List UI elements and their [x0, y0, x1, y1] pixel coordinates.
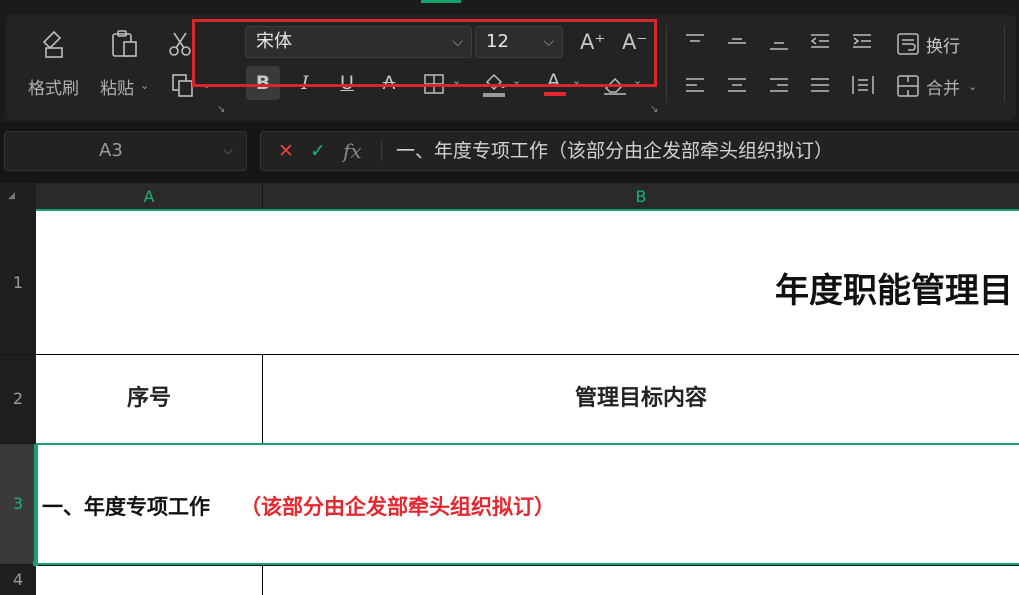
paste-dropdown-icon[interactable]: ⌄: [140, 79, 149, 92]
font-group-highlight: [192, 19, 657, 87]
row-header-3[interactable]: 3: [0, 444, 36, 564]
cell-b4[interactable]: [263, 566, 1019, 595]
section-title: 一、年度专项工作: [42, 494, 210, 519]
cell-reference: A3: [99, 140, 123, 161]
clipboard-dialog-launcher-icon[interactable]: ↘: [217, 104, 225, 115]
font-color-swatch: [544, 92, 566, 96]
format-painter-button[interactable]: 格式刷: [24, 24, 88, 104]
justify-icon[interactable]: [809, 76, 831, 96]
merge-label: 合并: [926, 79, 960, 99]
align-left-icon[interactable]: [684, 76, 706, 96]
paste-icon: [112, 30, 137, 57]
divider: [1004, 26, 1005, 102]
title-cell[interactable]: 年度职能管理目: [36, 211, 1019, 354]
format-painter-label: 格式刷: [28, 79, 79, 99]
column-header-a[interactable]: A: [36, 183, 262, 211]
cut-icon[interactable]: [166, 30, 194, 58]
decrease-indent-icon[interactable]: [809, 32, 831, 52]
merge-dropdown-icon[interactable]: ⌄: [968, 80, 977, 93]
corner-triangle-icon: ◢: [8, 191, 15, 201]
align-right-icon[interactable]: [768, 76, 790, 96]
paste-label: 粘贴: [100, 79, 134, 99]
header-cell-content[interactable]: 管理目标内容: [263, 355, 1019, 443]
row-header-2[interactable]: 2: [0, 355, 36, 443]
format-painter-icon: [42, 30, 63, 58]
align-center-icon[interactable]: [726, 76, 748, 96]
align-bottom-icon[interactable]: [768, 32, 790, 52]
insert-function-icon[interactable]: fx: [343, 132, 362, 170]
row-header-1[interactable]: 1: [0, 211, 36, 354]
font-dialog-launcher-icon[interactable]: ↘: [650, 104, 658, 115]
formula-input[interactable]: 一、年度专项工作（该部分由企发部牵头组织拟订）: [396, 132, 833, 170]
cancel-edit-icon[interactable]: ✕: [278, 132, 294, 170]
divider: [381, 140, 382, 162]
active-tab-indicator: [421, 0, 461, 3]
confirm-edit-icon[interactable]: ✓: [310, 132, 326, 170]
merge-cells-icon: [897, 75, 919, 97]
paste-button[interactable]: 粘贴 ⌄: [98, 24, 158, 104]
ribbon: 格式刷 粘贴 ⌄ ⌄ ↘ 宋体 ⌵ 12 ⌵ A⁺ A⁻ B I U A ⌄ ⌄…: [0, 0, 1019, 122]
wrap-text-icon: [897, 33, 919, 55]
merge-button[interactable]: 合并 ⌄: [896, 72, 986, 100]
increase-indent-icon[interactable]: [851, 32, 873, 52]
cell-a4[interactable]: [36, 566, 262, 595]
wrap-text-label: 换行: [926, 37, 960, 57]
align-top-icon[interactable]: [684, 32, 706, 52]
chevron-down-icon[interactable]: ⌵: [223, 132, 233, 170]
distributed-align-icon[interactable]: [851, 74, 875, 96]
align-middle-icon[interactable]: [726, 32, 748, 52]
row-header-4[interactable]: 4: [0, 565, 36, 595]
divider: [666, 26, 667, 102]
sheet-title: 年度职能管理目: [775, 271, 1013, 311]
header-cell-seq[interactable]: 序号: [36, 355, 262, 443]
section-note: （该部分由企发部牵头组织拟订）: [240, 494, 555, 519]
name-box[interactable]: A3 ⌵: [4, 131, 247, 171]
formula-bar: ✕ ✓ fx 一、年度专项工作（该部分由企发部牵头组织拟订）: [260, 131, 1019, 171]
section-cell-a3[interactable]: 一、年度专项工作 （该部分由企发部牵头组织拟订）: [36, 443, 1019, 565]
select-all-corner[interactable]: ◢: [0, 183, 36, 211]
column-header-b[interactable]: B: [263, 183, 1019, 211]
